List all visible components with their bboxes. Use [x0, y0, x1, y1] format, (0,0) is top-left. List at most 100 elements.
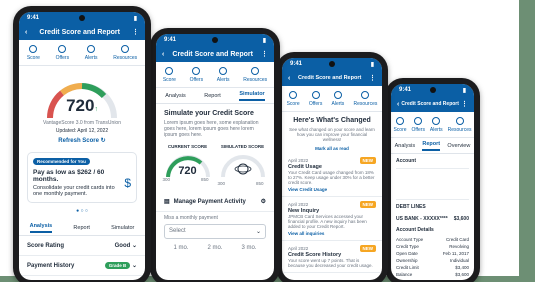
- view-credit-usage-link[interactable]: View Credit Usage: [288, 187, 376, 192]
- app-title: Credit Score and Report: [401, 101, 459, 107]
- view-inquiries-link[interactable]: View all inquiries: [288, 231, 376, 236]
- new-badge: NEW: [359, 245, 376, 252]
- phone-score-overview: 9:41 ▮ ‹ Credit Score and Report ⋮ Score Of…: [13, 6, 151, 282]
- bell-icon: [219, 66, 228, 75]
- option-2-month[interactable]: 2 mo.: [207, 245, 222, 251]
- battery-icon: ▮: [370, 61, 374, 68]
- tab-report[interactable]: Report: [204, 93, 221, 99]
- option-1-month[interactable]: 1 mo.: [173, 245, 188, 251]
- bell-icon: [87, 44, 96, 53]
- detail-row: Ownership Individual: [396, 258, 469, 263]
- mark-all-read-link[interactable]: Mark all as read: [288, 146, 376, 151]
- back-icon[interactable]: ‹: [397, 101, 399, 108]
- simulator-description: Lorem ipsum goes here, some explanation …: [164, 120, 259, 138]
- camera-dot: [212, 37, 218, 43]
- nav-alerts[interactable]: Alerts: [430, 116, 443, 133]
- resources-icon: [361, 90, 370, 99]
- nav-offers[interactable]: Offers: [309, 90, 322, 107]
- simulator-heading: Simulate your Credit Score: [164, 110, 254, 117]
- back-icon[interactable]: ‹: [162, 51, 164, 58]
- page-subtitle: See what changed on your score and learn…: [289, 127, 375, 142]
- more-icon[interactable]: ⋮: [369, 74, 376, 82]
- page-title: Here's What's Changed: [293, 117, 371, 124]
- tab-analysis[interactable]: Analysis: [395, 143, 415, 149]
- detail-row: Credit Limit $3,400: [396, 265, 469, 270]
- list-item[interactable]: April 2022 NEW Credit Usage Your Credit C…: [282, 153, 382, 197]
- account-amount: $3,600: [453, 216, 469, 222]
- back-icon[interactable]: ‹: [288, 75, 290, 82]
- background-top: [0, 0, 535, 4]
- tab-overview[interactable]: Overview: [447, 143, 470, 149]
- score-rating-row[interactable]: Score Rating Good ⌄: [19, 236, 145, 256]
- refresh-icon: ↻: [100, 138, 106, 144]
- refresh-score-link[interactable]: Refresh Score ↻: [19, 137, 145, 144]
- more-icon[interactable]: ⋮: [461, 100, 468, 108]
- account-row[interactable]: US BANK - XXXXX**** $3,600: [391, 214, 474, 224]
- tab-analysis[interactable]: Analysis: [29, 223, 53, 233]
- carousel-dots[interactable]: ● ○ ○: [19, 208, 145, 214]
- nav-offers[interactable]: Offers: [56, 44, 69, 61]
- nav-score[interactable]: Score: [163, 66, 176, 83]
- offers-icon: [414, 116, 423, 125]
- offers-icon: [192, 66, 201, 75]
- resources-icon: [121, 44, 130, 53]
- credit-score-value: 720: [66, 96, 95, 115]
- nav-resources[interactable]: Resources: [448, 116, 472, 133]
- tab-report[interactable]: Report: [73, 225, 90, 231]
- tab-report[interactable]: Report: [422, 141, 441, 151]
- section-account: Account: [396, 158, 416, 164]
- money-hand-icon: $: [124, 176, 131, 190]
- more-icon[interactable]: ⋮: [261, 50, 268, 58]
- offer-title: Pay as low as $262 / 60 months.: [33, 169, 105, 183]
- more-icon[interactable]: ⋮: [132, 28, 139, 36]
- gauge-icon: [165, 66, 174, 75]
- nav-resources[interactable]: Resources: [113, 44, 137, 61]
- back-icon[interactable]: ‹: [25, 29, 27, 36]
- bell-icon: [432, 116, 441, 125]
- recommended-offer-card[interactable]: Recommended for You Pay as low as $262 /…: [27, 152, 137, 203]
- current-score-gauge: CURRENT SCORE 720 300 850: [163, 144, 213, 186]
- detail-row: Account Type Credit Card: [396, 237, 469, 242]
- settings-icon[interactable]: ⚙: [261, 198, 266, 205]
- chevron-down-icon: ⌄: [131, 243, 137, 249]
- camera-dot: [79, 15, 85, 21]
- nav-alerts[interactable]: Alerts: [332, 90, 344, 107]
- nav-alerts[interactable]: Alerts: [85, 44, 98, 61]
- nav-score[interactable]: Score: [287, 90, 300, 107]
- chevron-down-icon: ⌄: [131, 263, 137, 269]
- payment-icon: ▤: [164, 199, 170, 205]
- miss-payment-select[interactable]: Select ⌄: [164, 224, 266, 239]
- nav-offers[interactable]: Offers: [190, 66, 203, 83]
- recommended-badge: Recommended for You: [33, 158, 90, 165]
- detail-row: Balance $3,600: [396, 272, 469, 277]
- payment-history-row[interactable]: Payment History Grade B ⌄: [19, 256, 145, 276]
- manage-payment-section[interactable]: ▤ Manage Payment Activity ⚙: [156, 192, 274, 212]
- detail-row: Open Date Feb 11, 2017: [396, 251, 469, 256]
- option-3-month[interactable]: 3 mo.: [241, 245, 256, 251]
- nav-alerts[interactable]: Alerts: [217, 66, 230, 83]
- account-details-label: Account Details: [396, 227, 434, 233]
- camera-dot: [429, 87, 436, 93]
- nav-resources[interactable]: Resources: [353, 90, 377, 107]
- nav-score[interactable]: Score: [393, 116, 407, 133]
- nav-resources[interactable]: Resources: [243, 66, 267, 83]
- new-badge: NEW: [359, 201, 376, 208]
- list-item[interactable]: April 2022 NEW Credit Score History Your …: [282, 241, 382, 273]
- tab-analysis[interactable]: Analysis: [165, 93, 185, 99]
- status-time: 9:41: [399, 87, 412, 93]
- tab-simulator[interactable]: Simulator: [239, 91, 265, 101]
- gauge-arc-icon: [220, 155, 265, 178]
- status-time: 9:41: [27, 15, 40, 21]
- list-item[interactable]: April 2022 NEW New Inquiry JPMCB Card Ser…: [282, 197, 382, 241]
- grade-badge: Grade B: [104, 262, 131, 269]
- app-title: Credit Score and Report: [39, 28, 120, 36]
- nav-score[interactable]: Score: [27, 44, 40, 61]
- gauge-icon: [29, 44, 38, 53]
- offers-icon: [311, 90, 320, 99]
- phone-account-details: 9:41 ▮ ‹ Credit Score and Report ⋮ Score Of…: [385, 78, 480, 282]
- bell-icon: [333, 90, 342, 99]
- tab-simulator[interactable]: Simulator: [111, 225, 134, 231]
- resources-icon: [455, 116, 464, 125]
- offers-icon: [58, 44, 67, 53]
- nav-offers[interactable]: Offers: [411, 116, 425, 133]
